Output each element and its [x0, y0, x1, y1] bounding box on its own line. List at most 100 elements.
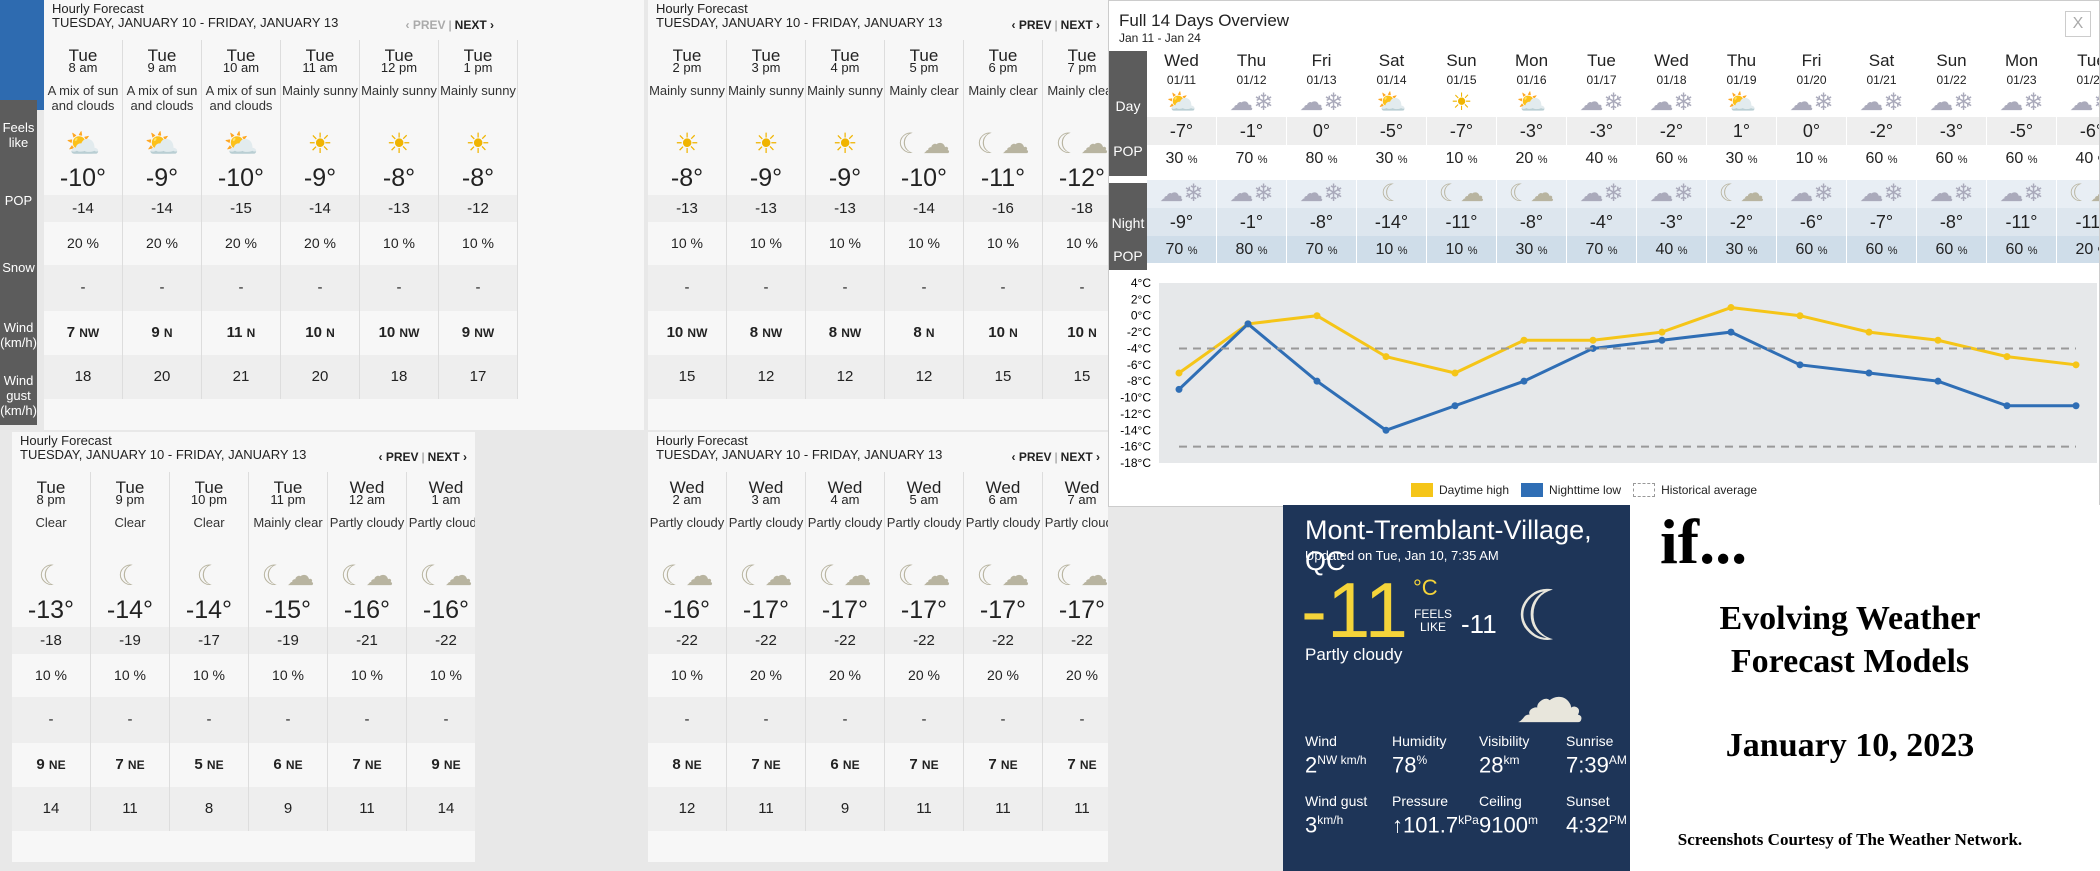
day-date: 01/22 — [1936, 73, 1967, 87]
hour-wind: 7 NE — [352, 756, 382, 773]
day-pop: 30 % — [1165, 150, 1198, 167]
hour-condition: A mix of sun and clouds — [205, 83, 277, 113]
next-button[interactable]: NEXT › — [1061, 450, 1100, 464]
close-icon[interactable]: X — [2065, 11, 2091, 37]
overview-days: Wed 01/11 ⛅ -7° 30 % ☁❄ -9° 70 % Thu 01/… — [1147, 51, 2099, 263]
hour-snow: - — [202, 265, 280, 311]
hour-pop: 10 % — [272, 667, 304, 683]
hour-feels: -14 — [885, 195, 963, 222]
hourly-panel-3: Hourly Forecast TUESDAY, JANUARY 10 - FR… — [12, 432, 475, 862]
hour-feels: -21 — [328, 627, 406, 654]
sun-cloud-icon: ⛅ — [65, 128, 101, 159]
snow-cloud-icon: ☁❄ — [1789, 89, 1834, 116]
hour-columns: Tue 8 am A mix of sun and clouds ⛅ -10° … — [44, 40, 518, 399]
stat-sunrise: Sunrise 7:39AM — [1566, 733, 1627, 778]
hour-temp: -10° — [900, 164, 948, 192]
hour-column: Wed 6 am Partly cloudy ☾☁ -17° -22 20 % … — [964, 472, 1043, 831]
next-button[interactable]: NEXT › — [428, 450, 467, 464]
hour-condition: Mainly sunny — [649, 83, 725, 98]
day-name: Wed — [1164, 51, 1199, 70]
prev-button[interactable]: ‹ PREV — [1012, 18, 1052, 32]
panel-nav: ‹ PREV | NEXT › — [1011, 18, 1100, 32]
hour-temp: -9° — [749, 164, 783, 192]
sun-icon: ☀ — [465, 128, 491, 159]
moon-cloud-icon: ☾☁ — [261, 560, 315, 591]
hour-feels: -22 — [648, 627, 726, 654]
panel-nav: ‹ PREV | NEXT › — [405, 18, 494, 32]
day-name: Thu — [1236, 51, 1267, 70]
hour-condition: Clear — [193, 515, 225, 530]
hour-wind: 10 NW — [378, 324, 420, 341]
hour-temp: -8° — [670, 164, 704, 192]
sun-cloud-icon: ⛅ — [1516, 89, 1547, 116]
hour-wind: 7 NE — [988, 756, 1018, 773]
night-pop: 80 % — [1217, 236, 1286, 263]
hour-day: Tue — [273, 478, 303, 497]
hour-temp: -10° — [217, 164, 265, 192]
hour-columns: Tue 2 pm Mainly sunny ☀ -8° -13 10 % - 1… — [648, 40, 1108, 399]
hour-column: Wed 3 am Partly cloudy ☾☁ -17° -22 20 % … — [727, 472, 806, 831]
current-temp: -11 — [1301, 566, 1408, 654]
prev-button[interactable]: ‹ PREV — [379, 450, 419, 464]
hour-wind: 10 N — [1067, 324, 1097, 341]
label-gust: Wind gust (km/h) — [0, 372, 37, 418]
day-pop: 40 % — [1585, 150, 1618, 167]
hour-temp: -16° — [343, 596, 391, 624]
temperature-chart: 4°C 2°C 0°C -2°C -4°C -6°C -8°C -10°C -12°C -14°C… — [1120, 276, 2097, 470]
hour-time: 1 pm — [463, 60, 493, 75]
moon-cloud-icon: ☾☁ — [660, 560, 714, 591]
hour-snow: - — [91, 697, 169, 743]
feels-like-label: FEELS LIKE — [1413, 607, 1452, 634]
hour-column: Tue 7 pm Mainly clear ☾☁ -12° -18 10 % -… — [1043, 40, 1108, 399]
hour-feels: -22 — [407, 627, 475, 654]
next-button[interactable]: NEXT › — [1061, 18, 1100, 32]
hour-feels: -13 — [806, 195, 884, 222]
moon-icon: ☾ — [38, 560, 64, 591]
snow-cloud-icon: ☁❄ — [1567, 180, 1636, 208]
prev-button[interactable]: ‹ PREV — [406, 18, 446, 32]
hour-time: 10 pm — [190, 492, 228, 507]
hourly-panel-4: Hourly Forecast TUESDAY, JANUARY 10 - FR… — [648, 432, 1108, 862]
moon-cloud-icon: ☾☁ — [1497, 180, 1566, 208]
current-condition: Partly cloudy — [1305, 645, 1403, 664]
hour-column: Wed 1 am Partly cloudy ☾☁ -16° -22 10 % … — [407, 472, 475, 831]
hour-day: Tue — [909, 46, 939, 65]
prev-button[interactable]: ‹ PREV — [1012, 450, 1052, 464]
hour-pop: 10 % — [908, 235, 940, 251]
hour-time: 8 am — [68, 60, 98, 75]
night-temp: -4° — [1567, 208, 1636, 236]
day-name: Mon — [2004, 51, 2039, 70]
hour-condition: Mainly sunny — [728, 83, 804, 98]
stat-humidity: Humidity 78% — [1392, 733, 1447, 778]
hour-condition: Partly cloudy — [728, 515, 804, 530]
night-temp: -11° — [2057, 208, 2099, 236]
hour-condition: Partly cloudy — [965, 515, 1041, 530]
temp-unit: °C — [1413, 575, 1438, 600]
high-point — [1934, 336, 1942, 344]
hour-column: Tue 6 pm Mainly clear ☾☁ -11° -16 10 % -… — [964, 40, 1043, 399]
night-pop: 70 % — [1147, 236, 1216, 263]
hour-snow: - — [1043, 265, 1108, 311]
sun-icon: ☀ — [674, 128, 700, 159]
high-point — [1796, 312, 1804, 320]
overview-range: Jan 11 - Jan 24 — [1119, 31, 1201, 45]
night-temp: -14° — [1357, 208, 1426, 236]
night-pop: 60 % — [1777, 236, 1846, 263]
label-feels: Feels like — [2, 120, 35, 150]
snow-cloud-icon: ☁❄ — [1987, 180, 2056, 208]
legend-swatch-low — [1521, 483, 1544, 497]
low-point — [1727, 328, 1735, 336]
high-point — [1175, 369, 1183, 377]
next-button[interactable]: NEXT › — [455, 18, 494, 32]
overview-day-column: Fri 01/20 ☁❄ 0° 10 % ☁❄ -6° 60 % — [1777, 51, 1847, 263]
day-pop: 60 % — [1655, 150, 1688, 167]
hour-pop: 20 % — [829, 667, 861, 683]
snow-cloud-icon: ☁❄ — [1217, 180, 1286, 208]
hour-feels: -12 — [439, 195, 517, 222]
y-tick-label: 0°C — [1131, 309, 1151, 323]
day-name: Wed — [1654, 51, 1689, 70]
day-temp: -7° — [1147, 117, 1216, 145]
hour-time: 12 pm — [380, 60, 418, 75]
hour-feels: -15 — [202, 195, 280, 222]
hour-snow: - — [12, 697, 90, 743]
